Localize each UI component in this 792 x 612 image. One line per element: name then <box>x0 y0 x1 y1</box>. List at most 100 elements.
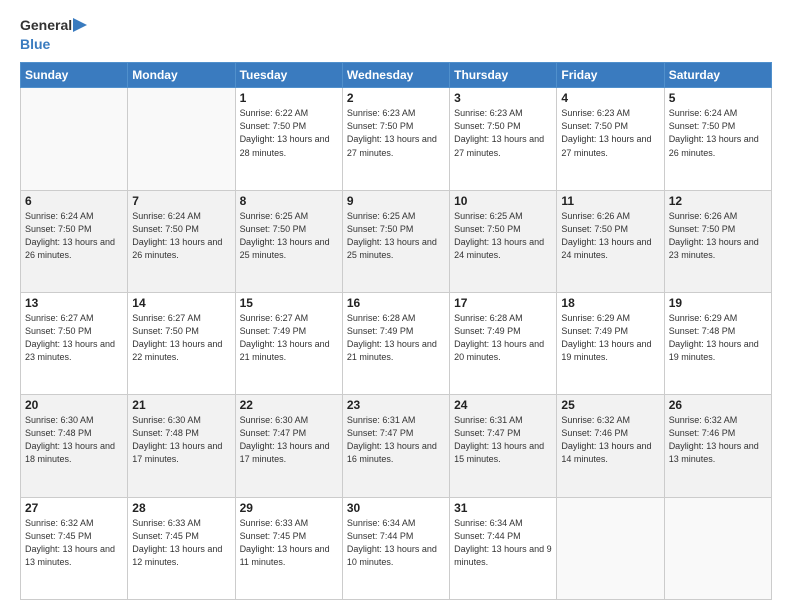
day-info: Sunrise: 6:26 AM Sunset: 7:50 PM Dayligh… <box>669 210 767 262</box>
calendar-cell: 20 Sunrise: 6:30 AM Sunset: 7:48 PM Dayli… <box>21 395 128 497</box>
calendar-cell: 24 Sunrise: 6:31 AM Sunset: 7:47 PM Dayli… <box>450 395 557 497</box>
calendar-cell: 30 Sunrise: 6:34 AM Sunset: 7:44 PM Dayli… <box>342 497 449 599</box>
day-info: Sunrise: 6:31 AM Sunset: 7:47 PM Dayligh… <box>454 414 552 466</box>
day-number: 9 <box>347 194 445 208</box>
calendar-cell: 27 Sunrise: 6:32 AM Sunset: 7:45 PM Dayli… <box>21 497 128 599</box>
day-info: Sunrise: 6:28 AM Sunset: 7:49 PM Dayligh… <box>454 312 552 364</box>
day-info: Sunrise: 6:24 AM Sunset: 7:50 PM Dayligh… <box>132 210 230 262</box>
weekday-header-sunday: Sunday <box>21 63 128 88</box>
day-info: Sunrise: 6:25 AM Sunset: 7:50 PM Dayligh… <box>347 210 445 262</box>
day-number: 31 <box>454 501 552 515</box>
calendar-cell <box>128 88 235 190</box>
day-info: Sunrise: 6:30 AM Sunset: 7:48 PM Dayligh… <box>25 414 123 466</box>
day-number: 8 <box>240 194 338 208</box>
calendar-cell: 31Sunrise: 6:34 AM Sunset: 7:44 PM Dayli… <box>450 497 557 599</box>
calendar-week-row: 13 Sunrise: 6:27 AM Sunset: 7:50 PM Dayli… <box>21 293 772 395</box>
calendar-cell: 5Sunrise: 6:24 AM Sunset: 7:50 PM Daylig… <box>664 88 771 190</box>
day-info: Sunrise: 6:32 AM Sunset: 7:46 PM Dayligh… <box>561 414 659 466</box>
calendar-cell <box>21 88 128 190</box>
day-number: 7 <box>132 194 230 208</box>
day-number: 22 <box>240 398 338 412</box>
day-info: Sunrise: 6:33 AM Sunset: 7:45 PM Dayligh… <box>132 517 230 569</box>
day-number: 4 <box>561 91 659 105</box>
page: General Blue SundayMondayTuesdayWednesda… <box>0 0 792 612</box>
day-info: Sunrise: 6:27 AM Sunset: 7:50 PM Dayligh… <box>25 312 123 364</box>
calendar-cell: 16Sunrise: 6:28 AM Sunset: 7:49 PM Dayli… <box>342 293 449 395</box>
day-info: Sunrise: 6:30 AM Sunset: 7:48 PM Dayligh… <box>132 414 230 466</box>
calendar-cell: 3Sunrise: 6:23 AM Sunset: 7:50 PM Daylig… <box>450 88 557 190</box>
day-number: 1 <box>240 91 338 105</box>
logo-triangle <box>73 18 89 34</box>
calendar-week-row: 6 Sunrise: 6:24 AM Sunset: 7:50 PM Daylig… <box>21 190 772 292</box>
day-info: Sunrise: 6:25 AM Sunset: 7:50 PM Dayligh… <box>454 210 552 262</box>
day-info: Sunrise: 6:33 AM Sunset: 7:45 PM Dayligh… <box>240 517 338 569</box>
day-info: Sunrise: 6:23 AM Sunset: 7:50 PM Dayligh… <box>561 107 659 159</box>
day-number: 15 <box>240 296 338 310</box>
day-number: 12 <box>669 194 767 208</box>
calendar-cell: 15Sunrise: 6:27 AM Sunset: 7:49 PM Dayli… <box>235 293 342 395</box>
day-number: 14 <box>132 296 230 310</box>
day-number: 17 <box>454 296 552 310</box>
day-number: 23 <box>347 398 445 412</box>
calendar-cell: 4 Sunrise: 6:23 AM Sunset: 7:50 PM Daylig… <box>557 88 664 190</box>
calendar-cell: 13 Sunrise: 6:27 AM Sunset: 7:50 PM Dayli… <box>21 293 128 395</box>
calendar-week-row: 20 Sunrise: 6:30 AM Sunset: 7:48 PM Dayli… <box>21 395 772 497</box>
weekday-header-tuesday: Tuesday <box>235 63 342 88</box>
calendar-cell: 12 Sunrise: 6:26 AM Sunset: 7:50 PM Dayli… <box>664 190 771 292</box>
day-info: Sunrise: 6:34 AM Sunset: 7:44 PM Dayligh… <box>347 517 445 569</box>
calendar-cell: 25Sunrise: 6:32 AM Sunset: 7:46 PM Dayli… <box>557 395 664 497</box>
calendar-cell: 18 Sunrise: 6:29 AM Sunset: 7:49 PM Dayli… <box>557 293 664 395</box>
weekday-header-wednesday: Wednesday <box>342 63 449 88</box>
calendar-table: SundayMondayTuesdayWednesdayThursdayFrid… <box>20 62 772 600</box>
day-number: 26 <box>669 398 767 412</box>
day-number: 2 <box>347 91 445 105</box>
day-number: 24 <box>454 398 552 412</box>
calendar-cell: 28 Sunrise: 6:33 AM Sunset: 7:45 PM Dayli… <box>128 497 235 599</box>
calendar-cell: 21 Sunrise: 6:30 AM Sunset: 7:48 PM Dayli… <box>128 395 235 497</box>
calendar-cell: 22Sunrise: 6:30 AM Sunset: 7:47 PM Dayli… <box>235 395 342 497</box>
weekday-header-saturday: Saturday <box>664 63 771 88</box>
day-number: 13 <box>25 296 123 310</box>
logo-general: General <box>20 17 72 33</box>
weekday-header-row: SundayMondayTuesdayWednesdayThursdayFrid… <box>21 63 772 88</box>
day-number: 20 <box>25 398 123 412</box>
day-info: Sunrise: 6:29 AM Sunset: 7:48 PM Dayligh… <box>669 312 767 364</box>
calendar-cell: 8Sunrise: 6:25 AM Sunset: 7:50 PM Daylig… <box>235 190 342 292</box>
day-info: Sunrise: 6:23 AM Sunset: 7:50 PM Dayligh… <box>347 107 445 159</box>
calendar-cell <box>557 497 664 599</box>
day-number: 30 <box>347 501 445 515</box>
header: General Blue <box>20 16 772 54</box>
weekday-header-monday: Monday <box>128 63 235 88</box>
day-number: 21 <box>132 398 230 412</box>
calendar-cell: 7 Sunrise: 6:24 AM Sunset: 7:50 PM Daylig… <box>128 190 235 292</box>
calendar-cell: 14 Sunrise: 6:27 AM Sunset: 7:50 PM Dayli… <box>128 293 235 395</box>
weekday-header-friday: Friday <box>557 63 664 88</box>
day-number: 6 <box>25 194 123 208</box>
day-info: Sunrise: 6:29 AM Sunset: 7:49 PM Dayligh… <box>561 312 659 364</box>
day-info: Sunrise: 6:32 AM Sunset: 7:46 PM Dayligh… <box>669 414 767 466</box>
day-number: 27 <box>25 501 123 515</box>
calendar-cell: 17 Sunrise: 6:28 AM Sunset: 7:49 PM Dayli… <box>450 293 557 395</box>
calendar-cell: 9 Sunrise: 6:25 AM Sunset: 7:50 PM Daylig… <box>342 190 449 292</box>
day-number: 11 <box>561 194 659 208</box>
day-info: Sunrise: 6:32 AM Sunset: 7:45 PM Dayligh… <box>25 517 123 569</box>
calendar-cell <box>664 497 771 599</box>
day-info: Sunrise: 6:23 AM Sunset: 7:50 PM Dayligh… <box>454 107 552 159</box>
weekday-header-thursday: Thursday <box>450 63 557 88</box>
logo-text: General Blue <box>20 16 89 54</box>
calendar-cell: 19Sunrise: 6:29 AM Sunset: 7:48 PM Dayli… <box>664 293 771 395</box>
day-number: 28 <box>132 501 230 515</box>
day-info: Sunrise: 6:27 AM Sunset: 7:50 PM Dayligh… <box>132 312 230 364</box>
calendar-cell: 10Sunrise: 6:25 AM Sunset: 7:50 PM Dayli… <box>450 190 557 292</box>
day-number: 29 <box>240 501 338 515</box>
calendar-week-row: 27 Sunrise: 6:32 AM Sunset: 7:45 PM Dayli… <box>21 497 772 599</box>
logo: General Blue <box>20 16 89 54</box>
day-info: Sunrise: 6:24 AM Sunset: 7:50 PM Dayligh… <box>669 107 767 159</box>
day-info: Sunrise: 6:22 AM Sunset: 7:50 PM Dayligh… <box>240 107 338 159</box>
day-number: 18 <box>561 296 659 310</box>
calendar-cell: 23Sunrise: 6:31 AM Sunset: 7:47 PM Dayli… <box>342 395 449 497</box>
calendar-cell: 1 Sunrise: 6:22 AM Sunset: 7:50 PM Daylig… <box>235 88 342 190</box>
day-number: 16 <box>347 296 445 310</box>
logo-blue: Blue <box>20 36 50 52</box>
calendar-cell: 26 Sunrise: 6:32 AM Sunset: 7:46 PM Dayli… <box>664 395 771 497</box>
